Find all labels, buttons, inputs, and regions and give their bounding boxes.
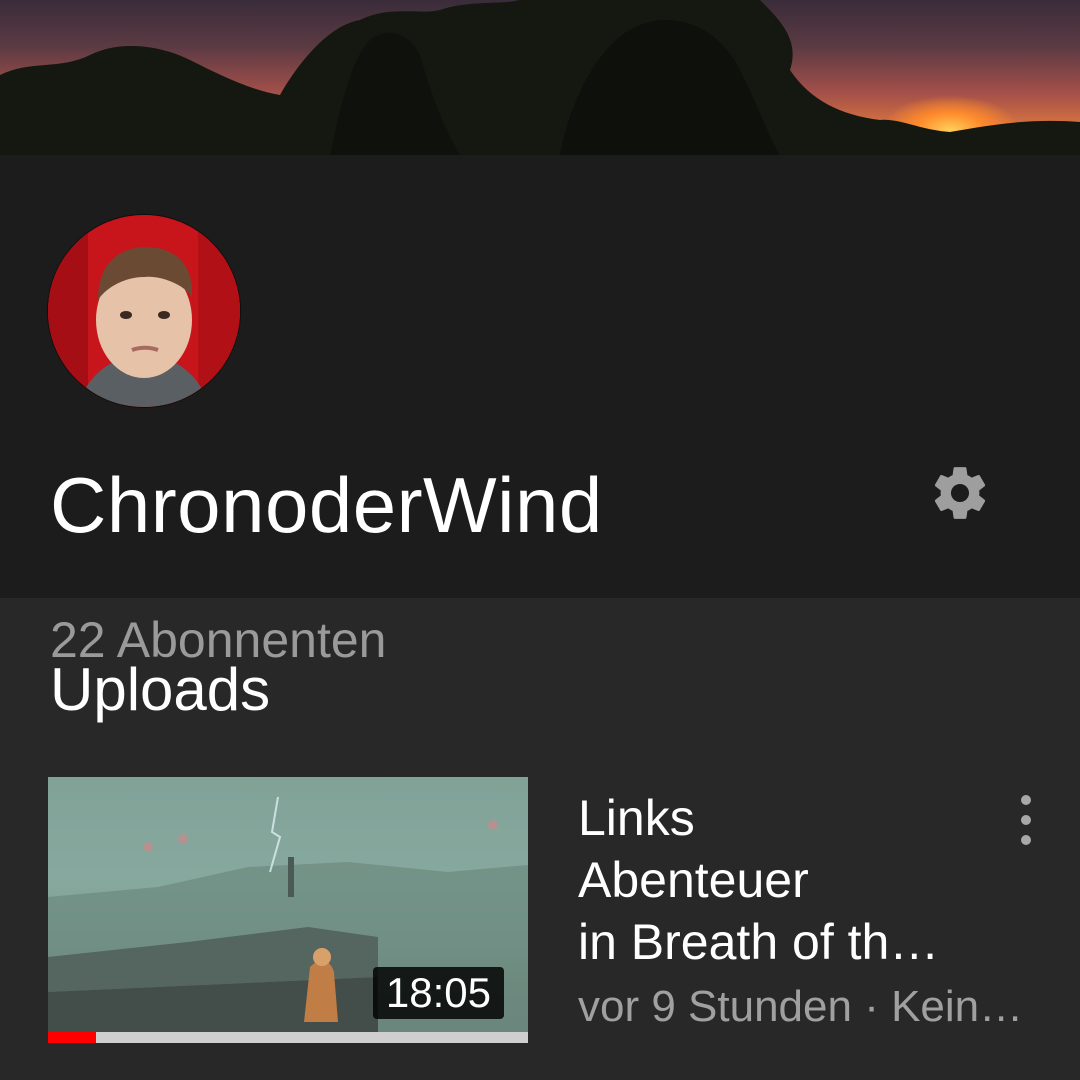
more-options-button[interactable]: [1008, 795, 1044, 845]
settings-button[interactable]: [920, 453, 1000, 533]
video-thumbnail[interactable]: 18:05: [48, 777, 528, 1043]
uploads-heading: Uploads: [50, 656, 271, 723]
channel-page: ChronoderWind 22 Abonnenten Uploads 18:0…: [0, 0, 1080, 1080]
video-duration: 18:05: [372, 967, 504, 1019]
channel-header: ChronoderWind 22 Abonnenten: [0, 155, 1080, 668]
video-title-line: Abenteuer: [578, 852, 809, 908]
video-title[interactable]: Links Abenteuer in Breath of th…: [578, 787, 998, 973]
video-title-line: in Breath of th…: [578, 914, 940, 970]
more-vert-icon-dot: [1021, 835, 1031, 845]
gear-icon: [934, 467, 986, 519]
banner-trees: [0, 0, 1080, 155]
channel-avatar[interactable]: [48, 215, 240, 407]
video-title-line: Links: [578, 790, 695, 846]
channel-banner: [0, 0, 1080, 155]
channel-name: ChronoderWind: [50, 461, 603, 549]
avatar-portrait: [48, 215, 240, 407]
watch-progress-bar: [48, 1032, 528, 1043]
video-meta: vor 9 Stunden · Kein…: [578, 982, 1024, 1031]
more-vert-icon: [1021, 795, 1031, 805]
watch-progress-fill: [48, 1032, 96, 1043]
more-vert-icon-dot: [1021, 815, 1031, 825]
video-list-item[interactable]: 18:05 Links Abenteuer in Breath of th… v…: [48, 777, 1048, 1043]
